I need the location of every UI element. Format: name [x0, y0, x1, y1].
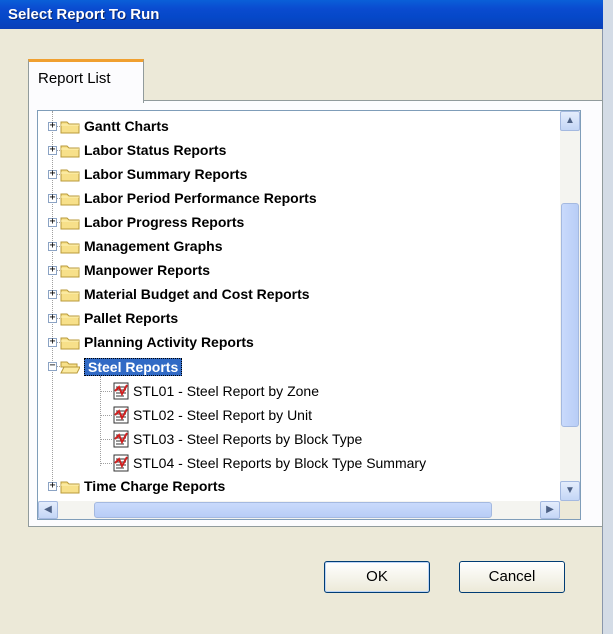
tree-child-connector	[100, 376, 101, 466]
expand-toggle-icon[interactable]: +	[48, 265, 57, 275]
expand-toggle-icon[interactable]: +	[48, 217, 57, 227]
title-bar[interactable]: Select Report To Run	[0, 0, 603, 29]
tree-content: + Gantt Charts + Labor Status Reports + Labor…	[38, 111, 560, 501]
tree-folder-item[interactable]: Pallet Reports	[84, 310, 178, 326]
folder-icon	[60, 191, 80, 206]
ok-button[interactable]: OK	[324, 561, 430, 593]
window-title: Select Report To Run	[8, 6, 160, 23]
open-folder-icon	[60, 359, 81, 374]
tree-folder-item[interactable]: Manpower Reports	[84, 262, 210, 278]
tree-folder-item[interactable]: Material Budget and Cost Reports	[84, 286, 310, 302]
expand-toggle-icon[interactable]: +	[48, 193, 57, 203]
report-tree[interactable]: + Gantt Charts + Labor Status Reports + Labor…	[37, 110, 581, 520]
tree-folder-item[interactable]: Labor Status Reports	[84, 142, 226, 158]
horizontal-scrollbar[interactable]: ◀ ▶	[38, 501, 560, 519]
folder-icon	[60, 479, 80, 494]
expand-toggle-icon[interactable]: +	[48, 241, 57, 251]
scroll-down-button[interactable]: ▼	[560, 481, 580, 501]
tree-folder-item[interactable]: Labor Progress Reports	[84, 214, 244, 230]
tree-connector-branch	[100, 415, 112, 416]
tree-folder-item[interactable]: Labor Summary Reports	[84, 166, 247, 182]
cancel-button[interactable]: Cancel	[459, 561, 565, 593]
tree-folder-item[interactable]: Management Graphs	[84, 238, 222, 254]
report-icon	[112, 382, 130, 400]
tree-report-item[interactable]: STL01 - Steel Report by Zone	[133, 383, 319, 399]
expand-toggle-icon[interactable]: +	[48, 169, 57, 179]
folder-icon	[60, 335, 80, 350]
tree-report-item[interactable]: STL04 - Steel Reports by Block Type Summ…	[133, 455, 426, 471]
vertical-scroll-thumb[interactable]	[561, 203, 579, 427]
tree-folder-item[interactable]: Planning Activity Reports	[84, 334, 254, 350]
tab-report-list[interactable]: Report List	[28, 59, 144, 103]
tree-connector-branch	[100, 391, 112, 392]
horizontal-scroll-thumb[interactable]	[94, 502, 492, 518]
scroll-up-button[interactable]: ▲	[560, 111, 580, 131]
tree-folder-item[interactable]: Gantt Charts	[84, 118, 169, 134]
expand-toggle-icon[interactable]: +	[48, 289, 57, 299]
tab-label: Report List	[38, 70, 111, 87]
tree-report-item[interactable]: STL03 - Steel Reports by Block Type	[133, 431, 362, 447]
vertical-scrollbar[interactable]: ▲ ▼	[560, 111, 580, 501]
collapse-toggle-icon[interactable]: −	[48, 361, 57, 371]
folder-icon	[60, 143, 80, 158]
expand-toggle-icon[interactable]: +	[48, 337, 57, 347]
tree-folder-item[interactable]: Time Charge Reports	[84, 478, 225, 494]
tree-connector-branch	[100, 439, 112, 440]
folder-icon	[60, 167, 80, 182]
scroll-right-button[interactable]: ▶	[540, 501, 560, 519]
folder-icon	[60, 287, 80, 302]
report-icon	[112, 406, 130, 424]
folder-icon	[60, 263, 80, 278]
expand-toggle-icon[interactable]: +	[48, 121, 57, 131]
folder-icon	[60, 119, 80, 134]
expand-toggle-icon[interactable]: +	[48, 313, 57, 323]
folder-icon	[60, 239, 80, 254]
tree-folder-item[interactable]: Labor Period Performance Reports	[84, 190, 317, 206]
scroll-left-button[interactable]: ◀	[38, 501, 58, 519]
tree-folder-item[interactable]: Steel Reports	[84, 358, 183, 376]
report-icon	[112, 454, 130, 472]
expand-toggle-icon[interactable]: +	[48, 481, 57, 491]
report-icon	[112, 430, 130, 448]
tree-connector-branch	[100, 463, 112, 464]
scrollbar-corner	[560, 501, 580, 519]
folder-icon	[60, 215, 80, 230]
tree-report-item[interactable]: STL02 - Steel Report by Unit	[133, 407, 312, 423]
folder-icon	[60, 311, 80, 326]
expand-toggle-icon[interactable]: +	[48, 145, 57, 155]
